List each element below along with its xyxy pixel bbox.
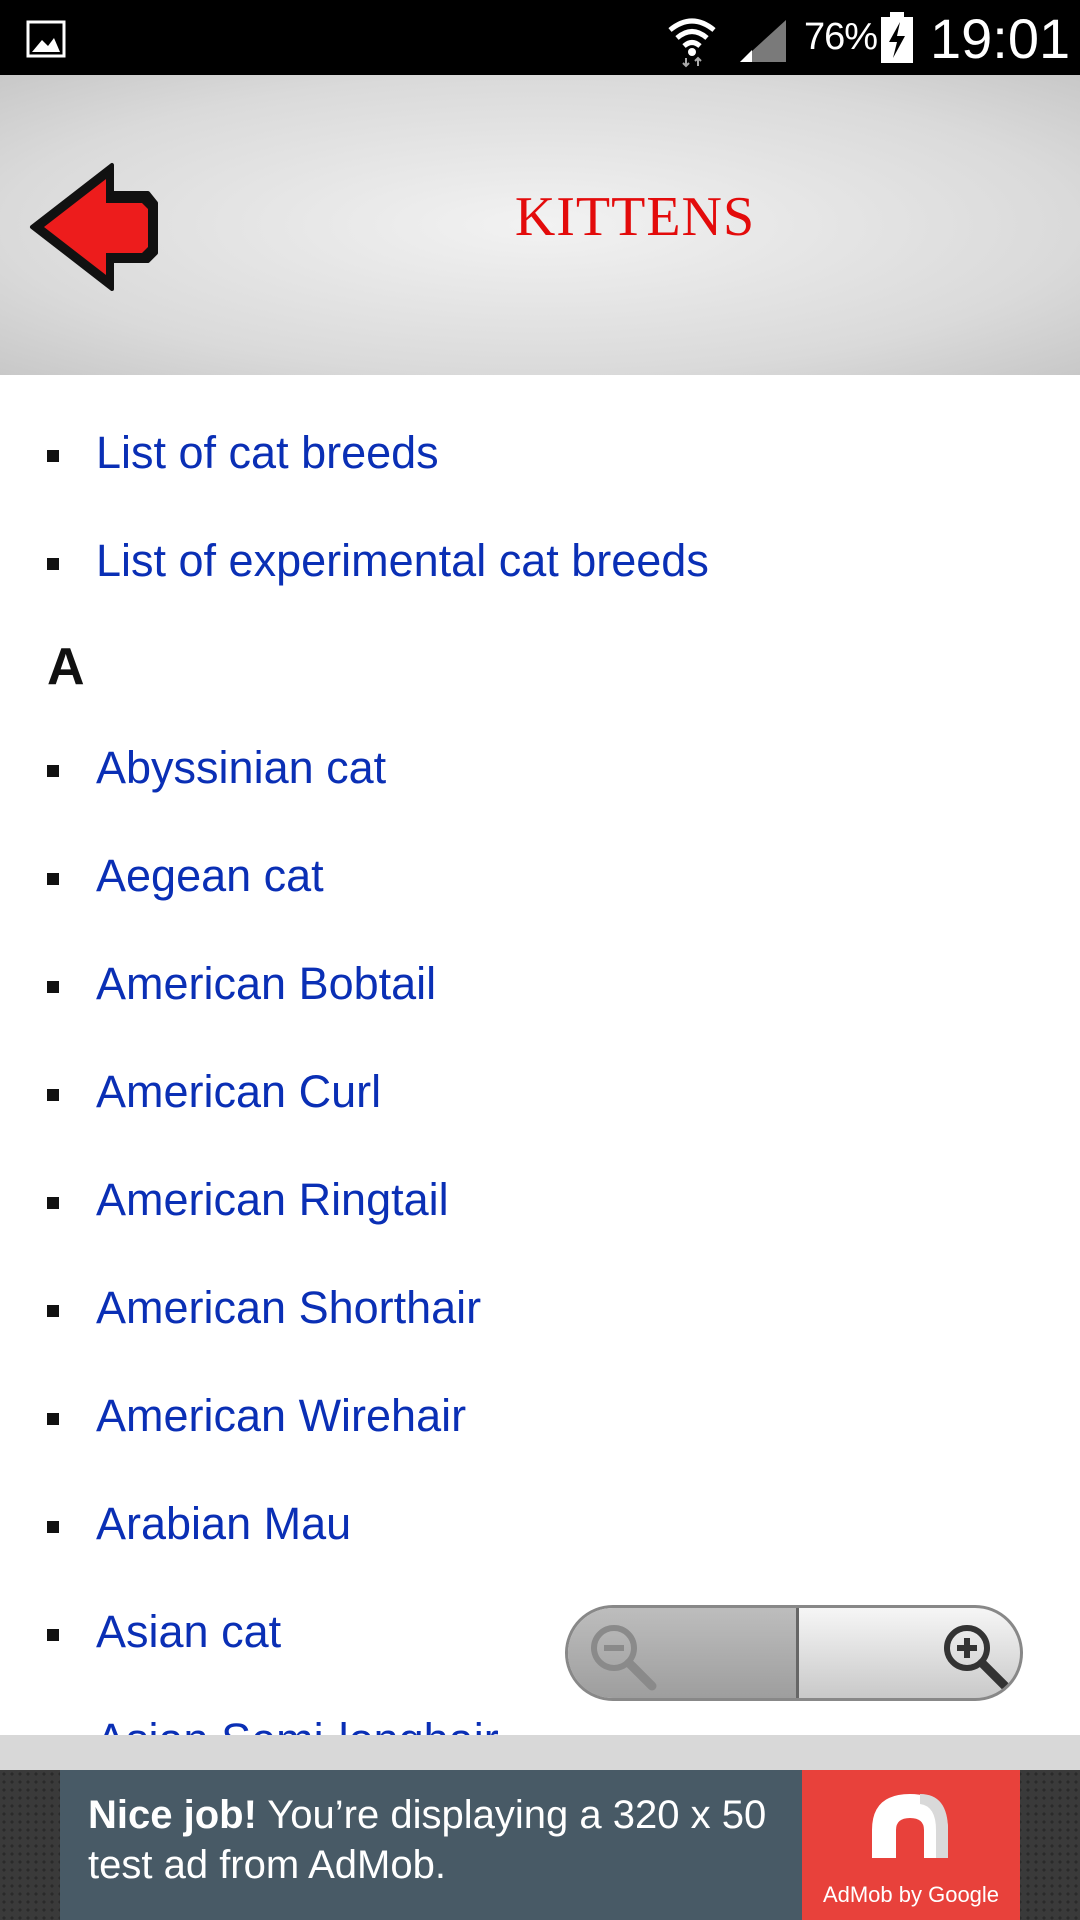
clock: 19:01: [930, 7, 1071, 70]
admob-logo-box: AdMob by Google: [802, 1770, 1020, 1920]
admob-test-ad[interactable]: Nice job! You’re displaying a 320 x 50 t…: [60, 1770, 1020, 1920]
wifi-icon: [668, 18, 716, 68]
battery-charging-icon: [881, 12, 913, 63]
list-item: List of cat breeds: [0, 427, 1080, 487]
breed-list: List of cat breeds List of experimental …: [0, 375, 1080, 1735]
bullet-icon: [47, 1629, 59, 1641]
bullet-icon: [47, 450, 59, 462]
link-breed[interactable]: Aegean cat: [96, 850, 324, 902]
list-item: American Ringtail: [0, 1174, 1080, 1234]
link-breed[interactable]: Asian Semi-longhair: [96, 1714, 499, 1735]
link-breed[interactable]: American Shorthair: [96, 1282, 481, 1334]
zoom-control: [565, 1605, 1023, 1701]
list-item: Asian Semi-longhair: [0, 1714, 1080, 1735]
ad-headline: Nice job!: [88, 1793, 257, 1837]
admob-brand-label: AdMob by Google: [822, 1882, 1000, 1907]
bullet-icon: [47, 981, 59, 993]
link-breed[interactable]: American Curl: [96, 1066, 381, 1118]
zoom-out-icon: [591, 1625, 657, 1691]
footer-strip: [0, 1735, 1080, 1770]
link-breed[interactable]: American Ringtail: [96, 1174, 449, 1226]
status-bar: 76% 19:01: [0, 0, 1080, 75]
link-list-of-experimental-cat-breeds[interactable]: List of experimental cat breeds: [96, 535, 709, 587]
ad-text: Nice job! You’re displaying a 320 x 50 t…: [88, 1790, 828, 1890]
battery-percent: 76%: [804, 16, 878, 58]
bullet-icon: [47, 765, 59, 777]
link-breed[interactable]: Abyssinian cat: [96, 742, 386, 794]
list-item: Abyssinian cat: [0, 742, 1080, 802]
link-breed[interactable]: Arabian Mau: [96, 1498, 351, 1550]
signal-strength-icon: [740, 20, 786, 62]
section-heading-a: A: [47, 638, 85, 696]
bullet-icon: [47, 1413, 59, 1425]
bullet-icon: [47, 873, 59, 885]
list-item: American Wirehair: [0, 1390, 1080, 1450]
zoom-out-button[interactable]: [568, 1608, 796, 1698]
link-breed[interactable]: American Bobtail: [96, 958, 436, 1010]
bullet-icon: [47, 1521, 59, 1533]
page-title: KITTENS: [514, 186, 756, 248]
list-item: List of experimental cat breeds: [0, 535, 1080, 595]
bullet-icon: [47, 1197, 59, 1209]
bullet-icon: [47, 1305, 59, 1317]
gallery-notification-icon: [26, 20, 66, 58]
list-item: American Curl: [0, 1066, 1080, 1126]
zoom-in-icon: [944, 1625, 1010, 1691]
link-breed[interactable]: American Wirehair: [96, 1390, 466, 1442]
list-item: Aegean cat: [0, 850, 1080, 910]
list-item: American Shorthair: [0, 1282, 1080, 1342]
app-header: KITTENS: [0, 75, 1080, 375]
bullet-icon: [47, 558, 59, 570]
zoom-in-button[interactable]: [799, 1608, 1020, 1698]
link-list-of-cat-breeds[interactable]: List of cat breeds: [96, 427, 439, 479]
admob-logo-icon: [872, 1794, 948, 1858]
bullet-icon: [47, 1089, 59, 1101]
list-item: Arabian Mau: [0, 1498, 1080, 1558]
list-item: American Bobtail: [0, 958, 1080, 1018]
link-breed[interactable]: Asian cat: [96, 1606, 281, 1658]
back-arrow-icon[interactable]: [24, 157, 164, 297]
